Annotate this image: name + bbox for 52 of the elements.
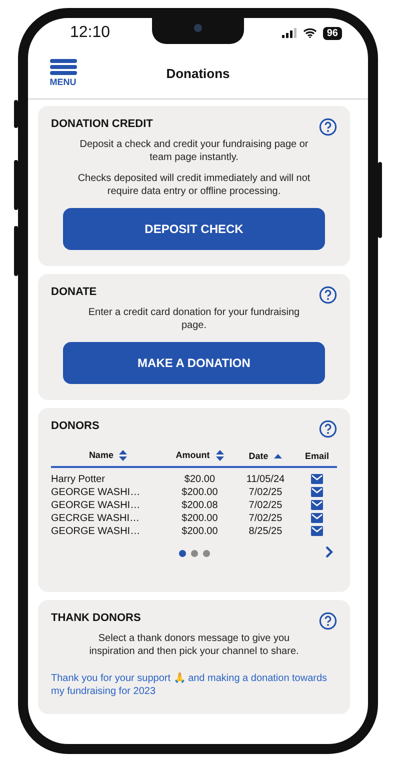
- donation-amount: $200.08: [182, 500, 218, 512]
- donor-name: GEORGE WASHI…: [51, 487, 140, 498]
- chevron-right-icon[interactable]: [325, 546, 333, 558]
- donation-date: 11/05/24: [246, 474, 285, 486]
- wifi-icon: [302, 28, 317, 38]
- donation-amount: $20.00: [184, 474, 216, 486]
- column-header[interactable]: Amount: [176, 450, 210, 460]
- help-icon[interactable]: [319, 420, 337, 438]
- card-title: DONORS: [51, 420, 100, 432]
- menu-button[interactable]: MENU: [38, 59, 88, 87]
- action-button[interactable]: MAKE A DONATION: [63, 342, 325, 384]
- column-header[interactable]: Name: [88, 450, 114, 460]
- envelope-icon[interactable]: [310, 526, 323, 536]
- action-button[interactable]: DEPOSIT CHECK: [63, 208, 325, 250]
- donor-name: Harry Potter: [51, 474, 105, 486]
- envelope-icon[interactable]: [310, 487, 323, 498]
- envelope-icon[interactable]: [310, 500, 323, 510]
- envelope-icon[interactable]: [310, 474, 323, 484]
- card-description: Deposit a check and credit your fundraising page or team page instantly.: [78, 138, 310, 164]
- help-icon[interactable]: [319, 286, 337, 304]
- signal-icon: [282, 28, 297, 38]
- page-dot[interactable]: [202, 550, 210, 557]
- card-title: THANK DONORS: [51, 612, 141, 624]
- battery-level: 96: [322, 26, 342, 40]
- help-icon[interactable]: [319, 612, 337, 630]
- sort-icon[interactable]: [119, 450, 128, 462]
- card-title: DONATION CREDIT: [51, 118, 153, 130]
- donation-date: 7/02/25: [248, 487, 282, 498]
- sort-ascending-icon[interactable]: [274, 454, 282, 459]
- donation-date: 7/02/25: [248, 500, 282, 512]
- donation-amount: $200.00: [182, 513, 218, 524]
- thank-you-message[interactable]: Thank you for your support 🙏 and making a donation towards my fundraising for 2023: [51, 672, 337, 698]
- card-description: Select a thank donors message to give you inspiration and then pick your channel to share.: [88, 632, 300, 658]
- donation-date: 7/02/25: [248, 513, 282, 524]
- column-header[interactable]: Date: [248, 450, 268, 461]
- page-dot[interactable]: [178, 550, 186, 557]
- sort-icon[interactable]: [216, 450, 224, 462]
- help-icon[interactable]: [319, 118, 337, 136]
- envelope-icon[interactable]: [310, 513, 323, 524]
- donation-date: 8/25/25: [248, 526, 282, 538]
- column-header[interactable]: Email: [304, 450, 329, 461]
- donor-name: GEORGE WASHI…: [51, 526, 140, 538]
- donor-name: GECRGE WASHI…: [51, 513, 140, 524]
- donor-name: GEORGE WASHI…: [51, 500, 140, 512]
- card-description: Checks deposited will credit immediately and will not require data entry or offline processing.: [77, 172, 311, 198]
- donation-amount: $200.00: [182, 487, 218, 498]
- page-title: Donations: [166, 66, 230, 80]
- donation-amount: $200.00: [182, 526, 218, 538]
- status-time: 12:10: [70, 24, 110, 42]
- page-dot[interactable]: [190, 550, 198, 557]
- card-title: DONATE: [51, 286, 97, 298]
- card-description: Enter a credit card donation for your fundraising page.: [87, 306, 301, 332]
